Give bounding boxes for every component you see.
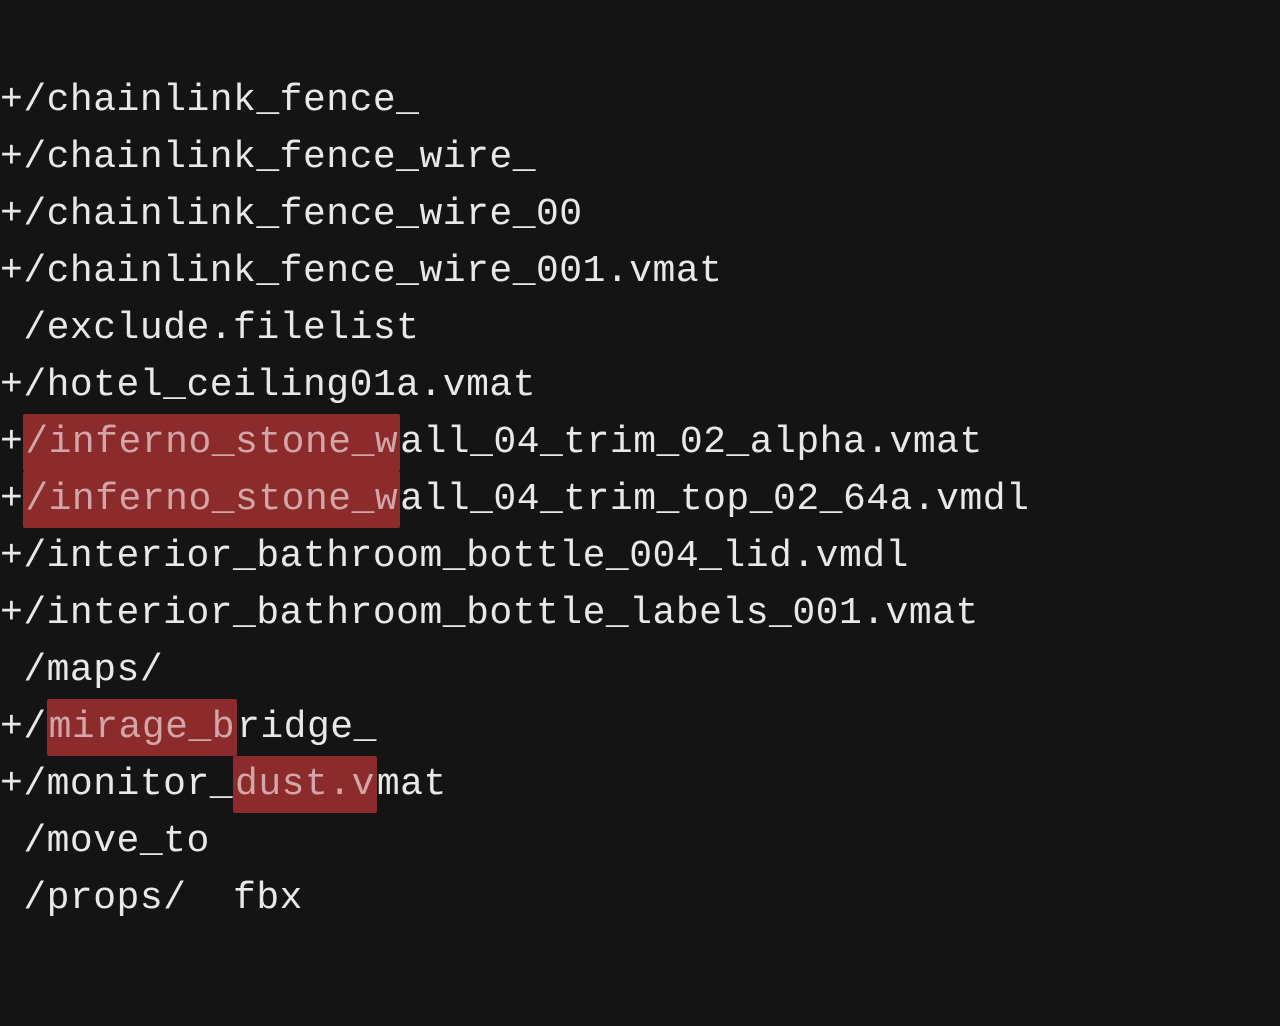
plain-text: /monitor_ [23, 763, 233, 806]
diff-line: +/chainlink_fence_wire_ [0, 129, 1280, 186]
diff-line: +/chainlink_fence_wire_001.vmat [0, 243, 1280, 300]
diff-prefix: + [0, 763, 23, 806]
diff-prefix: + [0, 535, 23, 578]
diff-prefix: + [0, 478, 23, 521]
diff-line: +/inferno_stone_wall_04_trim_02_alpha.vm… [0, 414, 1280, 471]
diff-prefix [0, 877, 23, 920]
diff-line: +/inferno_stone_wall_04_trim_top_02_64a.… [0, 471, 1280, 528]
plain-text: / [23, 706, 46, 749]
plain-text: /chainlink_fence_wire_001.vmat [23, 250, 722, 293]
diff-prefix [0, 820, 23, 863]
diff-line: +/interior_bathroom_bottle_labels_001.vm… [0, 585, 1280, 642]
diff-output-container: +/chainlink_fence_+/chainlink_fence_wire… [0, 0, 1280, 1026]
plain-text: /interior_bathroom_bottle_labels_001.vma… [23, 592, 978, 635]
diff-prefix: + [0, 421, 23, 464]
diff-line: /maps/ [0, 642, 1280, 699]
highlighted-text: /inferno_stone_w [23, 471, 400, 528]
diff-line: +/mirage_bridge_ [0, 699, 1280, 756]
plain-text: /move_to [23, 820, 209, 863]
plain-text: /maps/ [23, 649, 163, 692]
highlighted-text: /inferno_stone_w [23, 414, 400, 471]
highlighted-text: dust.v [233, 756, 377, 813]
diff-line: +/hotel_ceiling01a.vmat [0, 357, 1280, 414]
diff-prefix: + [0, 592, 23, 635]
plain-text: /exclude.filelist [23, 307, 419, 350]
diff-lines: +/chainlink_fence_+/chainlink_fence_wire… [0, 72, 1280, 927]
plain-text: /chainlink_fence_wire_00 [23, 193, 582, 236]
diff-prefix: + [0, 706, 23, 749]
diff-line: +/monitor_dust.vmat [0, 756, 1280, 813]
diff-line: /props/ fbx [0, 870, 1280, 927]
diff-line: +/interior_bathroom_bottle_004_lid.vmdl [0, 528, 1280, 585]
diff-line: +/chainlink_fence_ [0, 72, 1280, 129]
diff-prefix: + [0, 193, 23, 236]
diff-line: /exclude.filelist [0, 300, 1280, 357]
plain-text: /chainlink_fence_ [23, 79, 419, 122]
diff-prefix: + [0, 136, 23, 179]
plain-text: /chainlink_fence_wire_ [23, 136, 536, 179]
diff-prefix [0, 649, 23, 692]
diff-prefix: + [0, 364, 23, 407]
plain-text: mat [377, 763, 447, 806]
plain-text: all_04_trim_02_alpha.vmat [400, 421, 983, 464]
plain-text: /interior_bathroom_bottle_004_lid.vmdl [23, 535, 909, 578]
diff-line: /move_to [0, 813, 1280, 870]
diff-line: +/chainlink_fence_wire_00 [0, 186, 1280, 243]
highlighted-text: mirage_b [47, 699, 237, 756]
diff-prefix: + [0, 250, 23, 293]
diff-prefix: + [0, 79, 23, 122]
plain-text: /hotel_ceiling01a.vmat [23, 364, 536, 407]
plain-text: /props/ fbx [23, 877, 303, 920]
plain-text: ridge_ [237, 706, 377, 749]
plain-text: all_04_trim_top_02_64a.vmdl [400, 478, 1029, 521]
diff-prefix [0, 307, 23, 350]
